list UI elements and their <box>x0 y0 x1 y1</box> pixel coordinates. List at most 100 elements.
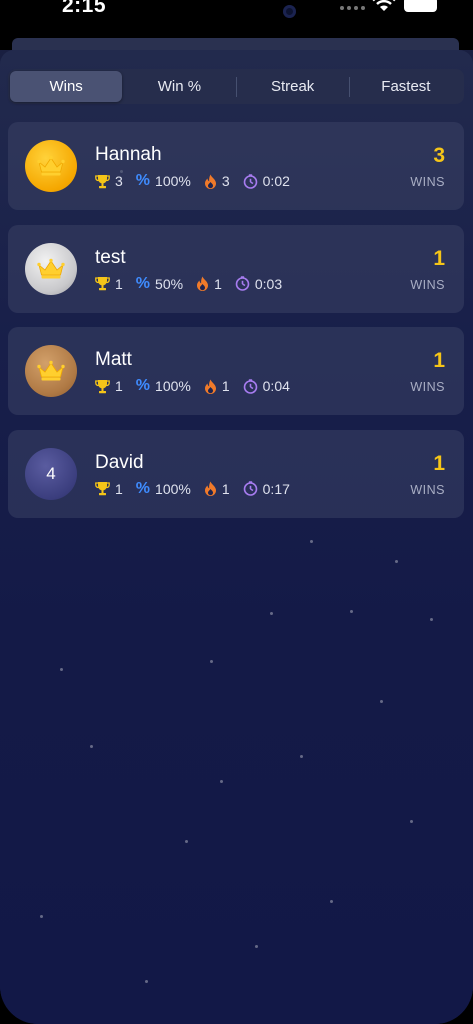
fastest-stat: 0:17 <box>243 481 290 497</box>
trophy-icon <box>95 379 110 393</box>
win-count: 3 <box>433 144 445 167</box>
percent-icon: % <box>135 479 151 497</box>
sheet-top-edge <box>12 38 459 50</box>
flame-icon <box>204 379 216 394</box>
rank-avatar <box>25 242 77 295</box>
star-dot <box>350 610 353 613</box>
fastest-value: 0:17 <box>262 480 290 497</box>
wifi-icon <box>372 0 396 11</box>
star-dot <box>60 668 63 671</box>
rank-avatar <box>25 140 77 192</box>
flame-icon <box>204 174 216 189</box>
timer-icon <box>235 276 250 291</box>
tab-streak[interactable]: Streak <box>237 71 349 102</box>
player-row[interactable]: Hannah 3 % 100% 3 0:02 3 WINS <box>8 122 464 210</box>
fastest-stat: 0:03 <box>235 276 282 292</box>
player-name: Hannah <box>95 144 162 165</box>
player-stats: 1 % 100% 1 0:17 <box>95 480 303 498</box>
win-count-label: WINS <box>410 482 445 497</box>
win-count: 1 <box>433 246 445 270</box>
win-count-label: WINS <box>410 277 445 292</box>
flame-icon <box>197 276 209 291</box>
cellular-signal-icon <box>340 6 365 10</box>
rank-number: 4 <box>46 463 56 483</box>
streak-value: 1 <box>221 378 230 394</box>
fastest-value: 0:03 <box>254 275 283 292</box>
tab-wins[interactable]: Wins <box>10 71 123 102</box>
streak-value: 1 <box>214 275 222 292</box>
timer-icon <box>243 481 257 496</box>
crown-icon <box>37 155 65 176</box>
timer-icon <box>243 173 257 189</box>
star-dot <box>330 900 333 903</box>
player-row[interactable]: 4 David 1 % 100% 1 0:17 1 WINS <box>8 429 464 518</box>
wins-value: 3 <box>115 173 123 189</box>
trophy-icon <box>95 482 110 496</box>
leaderboard-sort-control: Wins Win % Streak Fastest <box>8 69 464 104</box>
timer-icon <box>243 378 257 394</box>
percent-icon: % <box>135 274 151 292</box>
star-dot <box>395 560 398 563</box>
win-count: 1 <box>433 451 445 475</box>
streak-value: 1 <box>221 480 230 497</box>
win-count-label: WINS <box>410 380 445 394</box>
flame-icon <box>204 481 216 496</box>
wins-value: 1 <box>115 378 123 394</box>
star-dot <box>185 840 188 843</box>
fastest-value: 0:02 <box>262 173 290 189</box>
percent-icon: % <box>135 377 151 394</box>
battery-icon <box>404 0 437 12</box>
crown-icon <box>37 258 65 278</box>
win-percent-stat: % 100% <box>136 480 191 498</box>
star-dot <box>410 820 413 823</box>
star-dot <box>300 755 303 758</box>
star-dot <box>90 745 93 748</box>
wins-stat: 1 <box>95 481 123 497</box>
tab-win-percent[interactable]: Win % <box>123 71 235 102</box>
player-stats: 1 % 100% 1 0:04 <box>95 377 303 395</box>
streak-stat: 3 <box>204 173 230 189</box>
win-percent-value: 50% <box>155 275 184 292</box>
app-screen: 2:15 Wins Win % Streak Fastest Hannah 3 … <box>0 0 473 1024</box>
star-dot <box>270 612 273 615</box>
rank-avatar <box>25 345 77 397</box>
wins-value: 1 <box>115 275 123 292</box>
streak-stat: 1 <box>196 276 222 292</box>
player-name: Matt <box>95 349 132 370</box>
streak-value: 3 <box>221 173 230 189</box>
star-dot <box>220 780 223 783</box>
player-row[interactable]: test 1 % 50% 1 0:03 1 WINS <box>8 224 464 313</box>
wins-stat: 1 <box>95 276 123 292</box>
crown-icon <box>37 360 65 381</box>
player-row[interactable]: Matt 1 % 100% 1 0:04 1 WINS <box>8 327 464 415</box>
tab-fastest[interactable]: Fastest <box>350 71 462 102</box>
win-percent-value: 100% <box>155 378 191 394</box>
star-dot <box>40 915 43 918</box>
player-name: test <box>95 246 126 268</box>
fastest-stat: 0:04 <box>243 378 290 394</box>
streak-stat: 1 <box>204 378 230 394</box>
star-dot <box>145 980 148 983</box>
win-percent-value: 100% <box>155 173 191 189</box>
star-dot <box>380 700 383 703</box>
rank-avatar: 4 <box>25 447 77 500</box>
star-dot <box>430 618 433 621</box>
fastest-stat: 0:02 <box>243 173 290 189</box>
star-dot <box>255 945 258 948</box>
percent-icon: % <box>135 172 151 189</box>
player-stats: 3 % 100% 3 0:02 <box>95 172 303 190</box>
win-percent-stat: % 100% <box>136 377 191 395</box>
win-count-label: WINS <box>410 175 445 189</box>
wins-stat: 3 <box>95 173 123 189</box>
wins-stat: 1 <box>95 378 123 394</box>
trophy-icon <box>95 277 110 291</box>
streak-stat: 1 <box>204 481 230 497</box>
status-time: 2:15 <box>62 0 107 17</box>
win-percent-stat: % 50% <box>136 275 183 293</box>
win-percent-value: 100% <box>155 480 191 497</box>
win-percent-stat: % 100% <box>136 172 191 190</box>
camera-icon <box>283 5 296 18</box>
player-stats: 1 % 50% 1 0:03 <box>95 275 295 293</box>
fastest-value: 0:04 <box>262 378 290 394</box>
win-count: 1 <box>433 349 445 372</box>
